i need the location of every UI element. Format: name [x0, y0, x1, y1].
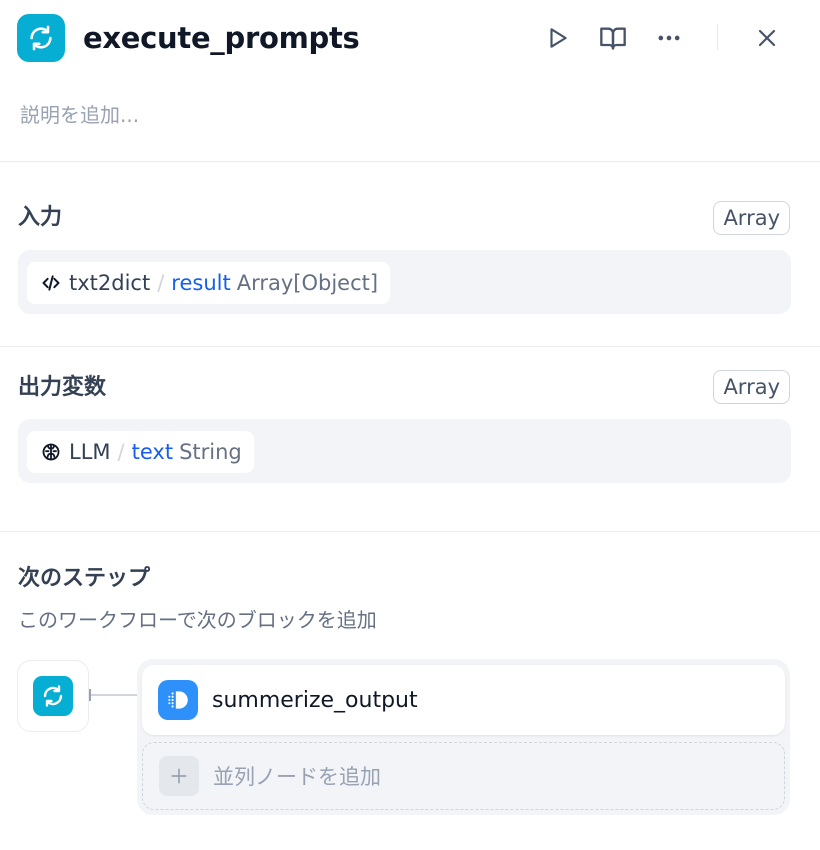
divider [0, 531, 820, 532]
next-node-item[interactable]: summerize_output [142, 665, 785, 735]
more-horizontal-icon [658, 35, 680, 41]
node-connector [89, 689, 139, 701]
run-button[interactable] [540, 20, 576, 56]
variable-type: String [179, 440, 242, 464]
book-open-icon [600, 27, 626, 50]
current-node-block [17, 660, 89, 732]
divider [0, 161, 820, 162]
input-section-title: 入力 [18, 205, 63, 230]
more-button[interactable] [651, 20, 687, 56]
next-step-subtitle: このワークフローで次のブロックを追加 [18, 608, 377, 632]
output-variable-field[interactable]: LLM / text String [18, 419, 791, 483]
path-separator: / [117, 440, 125, 464]
add-parallel-node-button[interactable]: 並列ノードを追加 [142, 742, 785, 810]
variable-name: result [171, 271, 231, 295]
code-icon [41, 273, 61, 293]
divider [0, 346, 820, 347]
output-variable-chip[interactable]: LLM / text String [27, 431, 254, 473]
header-divider [717, 24, 718, 50]
answer-icon [158, 680, 198, 720]
input-variable-chip[interactable]: txt2dict / result Array[Object] [27, 262, 391, 304]
input-type-badge: Array [713, 201, 790, 235]
next-node-label: summerize_output [212, 687, 418, 713]
next-step-title: 次のステップ [18, 566, 151, 591]
output-type-badge: Array [713, 370, 790, 404]
docs-button[interactable] [595, 20, 631, 56]
plus-icon [159, 756, 199, 796]
variable-type: Array[Object] [236, 271, 379, 295]
close-icon [758, 29, 776, 47]
input-variable-field[interactable]: txt2dict / result Array[Object] [18, 250, 791, 314]
source-node-name: LLM [69, 440, 111, 464]
loop-icon [33, 676, 73, 716]
llm-brain-icon [41, 442, 61, 462]
node-title[interactable]: execute_prompts [83, 18, 360, 58]
close-button[interactable] [749, 20, 785, 56]
path-separator: / [157, 271, 165, 295]
panel-header: execute_prompts [0, 0, 820, 80]
loop-icon [17, 14, 65, 62]
output-section-title: 出力変数 [18, 375, 107, 400]
source-node-name: txt2dict [69, 271, 151, 295]
play-icon [550, 28, 567, 48]
next-nodes-container: summerize_output 並列ノードを追加 [137, 659, 790, 815]
variable-name: text [131, 440, 174, 464]
description-input[interactable]: 説明を追加... [20, 100, 139, 130]
add-parallel-label: 並列ノードを追加 [213, 765, 381, 789]
